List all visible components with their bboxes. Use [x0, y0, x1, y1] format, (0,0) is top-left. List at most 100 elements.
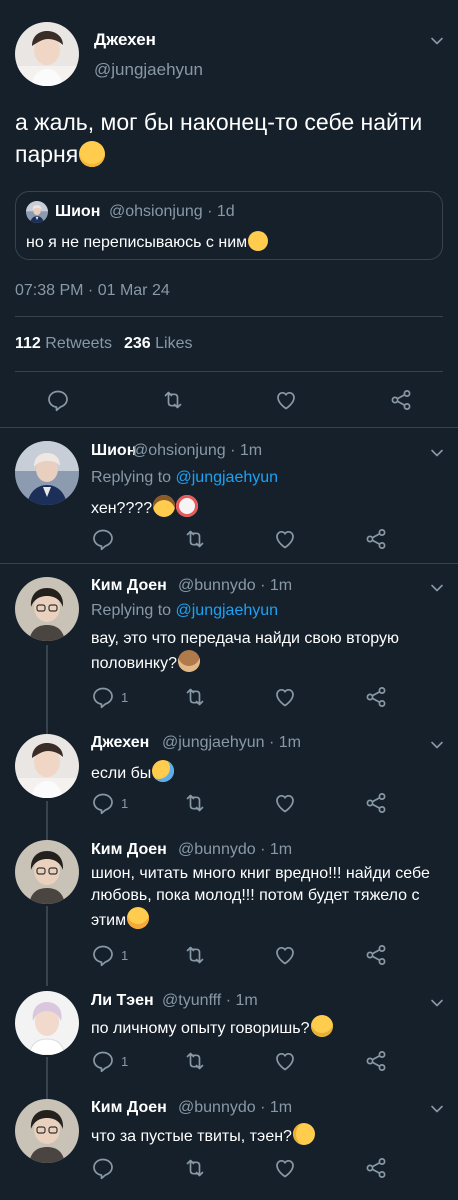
reply-icon[interactable]: [91, 1049, 115, 1073]
handle[interactable]: @tyunfff: [162, 992, 221, 1009]
retweets-stat[interactable]: 112 Retweets: [15, 335, 112, 352]
retweets-count: 112: [15, 335, 41, 352]
avatar[interactable]: [15, 1099, 79, 1163]
reply-text-content: если бы: [91, 765, 152, 782]
share-icon[interactable]: [364, 791, 388, 815]
display-name[interactable]: Джехен: [94, 30, 156, 50]
chevron-down-icon[interactable]: [428, 1100, 446, 1118]
reply-text-content: что за пустые твиты, тэен?: [91, 1128, 292, 1145]
handle[interactable]: @bunnydo: [178, 1099, 256, 1116]
divider: [0, 563, 458, 564]
avatar: [26, 201, 48, 223]
share-icon[interactable]: [364, 1049, 388, 1073]
handle-time: @bunnydo · 1m: [178, 577, 292, 595]
cowboy-face-emoji-icon: [153, 495, 176, 517]
replying-to-handle[interactable]: @jungjaehyun: [176, 469, 279, 486]
retweet-icon[interactable]: [183, 791, 207, 815]
tweet-actions: [0, 527, 458, 557]
handle[interactable]: @bunnydo: [178, 577, 256, 594]
time: · 1m: [269, 734, 301, 751]
avatar[interactable]: [15, 577, 79, 641]
retweet-icon[interactable]: [183, 1156, 207, 1180]
reply-count: 1: [121, 1054, 129, 1069]
display-name[interactable]: Ким Доен: [91, 577, 167, 595]
chevron-down-icon[interactable]: [428, 444, 446, 462]
like-icon[interactable]: [274, 388, 298, 412]
like-icon[interactable]: [273, 527, 297, 551]
tweet-actions: 1: [0, 1049, 458, 1079]
display-name[interactable]: Ким Доен: [91, 1099, 167, 1117]
handle[interactable]: @jungjaehyun: [94, 60, 203, 80]
share-icon[interactable]: [389, 388, 413, 412]
likes-stat[interactable]: 236 Likes: [124, 335, 193, 352]
reply-icon[interactable]: [91, 943, 115, 967]
like-icon[interactable]: [273, 791, 297, 815]
reply-text-content: хен????: [91, 500, 153, 517]
share-icon[interactable]: [364, 685, 388, 709]
tweet-actions: 1: [0, 685, 458, 715]
quoted-text-content: но я не переписываюсь с ним: [26, 234, 248, 251]
retweets-label: Retweets: [45, 335, 112, 352]
tweet-actions: [0, 1156, 458, 1186]
retweet-icon[interactable]: [183, 685, 207, 709]
share-icon[interactable]: [364, 527, 388, 551]
retweet-icon[interactable]: [183, 527, 207, 551]
chevron-down-icon[interactable]: [428, 32, 446, 50]
engagement-stats: 112 Retweets 236 Likes: [15, 335, 192, 353]
share-icon[interactable]: [364, 1156, 388, 1180]
likes-label: Likes: [155, 335, 193, 352]
retweet-icon[interactable]: [183, 1049, 207, 1073]
display-name[interactable]: Джехен: [91, 734, 149, 752]
reply-text: хен????: [91, 495, 441, 520]
like-icon[interactable]: [273, 943, 297, 967]
rolling-eyes-emoji-icon: [248, 231, 269, 251]
retweet-icon[interactable]: [161, 388, 185, 412]
replying-to: Replying to @jungjaehyun: [91, 602, 278, 620]
reply-icon[interactable]: [46, 388, 70, 412]
handle[interactable]: @ohsionjung: [132, 442, 226, 459]
avatar[interactable]: [15, 441, 79, 505]
reply-icon[interactable]: [91, 1156, 115, 1180]
avatar[interactable]: [15, 22, 79, 86]
quoted-display-name: Шион: [55, 203, 101, 220]
replying-to-label: Replying to: [91, 602, 172, 619]
tweet-actions: [0, 388, 458, 418]
sad-sweat-face-emoji-icon: [152, 760, 175, 782]
reply-text: шион, читать много книг вредно!!! найди …: [91, 863, 446, 932]
chevron-down-icon[interactable]: [428, 579, 446, 597]
replying-to: Replying to @jungjaehyun: [91, 469, 278, 487]
clown-face-emoji-icon: [176, 495, 199, 517]
reply-icon[interactable]: [91, 791, 115, 815]
avatar[interactable]: [15, 734, 79, 798]
divider: [15, 371, 443, 372]
reply-count: 1: [121, 948, 129, 963]
divider: [15, 316, 443, 317]
handle[interactable]: @jungjaehyun: [162, 734, 265, 751]
tweet-text: а жаль, мог бы наконец-то себе найти пар…: [15, 106, 445, 170]
handle[interactable]: @bunnydo: [178, 841, 256, 858]
chevron-down-icon[interactable]: [428, 994, 446, 1012]
reply-count: 1: [121, 690, 129, 705]
reply-icon[interactable]: [91, 685, 115, 709]
replying-to-handle[interactable]: @jungjaehyun: [176, 602, 279, 619]
like-icon[interactable]: [273, 1156, 297, 1180]
retweet-icon[interactable]: [183, 943, 207, 967]
like-icon[interactable]: [273, 1049, 297, 1073]
quoted-tweet[interactable]: Шион @ohsionjung · 1d но я не переписыва…: [15, 191, 443, 260]
reply-icon[interactable]: [91, 527, 115, 551]
time: · 1m: [230, 442, 263, 459]
tweet-actions: 1: [0, 791, 458, 821]
display-name[interactable]: Ким Доен: [91, 841, 167, 859]
top-edge: [0, 0, 458, 6]
like-icon[interactable]: [273, 685, 297, 709]
quoted-handle-time: @ohsionjung · 1d: [109, 203, 235, 221]
display-name[interactable]: Ли Тэен: [91, 992, 154, 1010]
chevron-down-icon[interactable]: [428, 736, 446, 754]
time: · 1m: [225, 992, 258, 1009]
reply-count: 1: [121, 796, 129, 811]
display-name[interactable]: Шион: [91, 442, 136, 460]
avatar[interactable]: [15, 840, 79, 904]
avatar[interactable]: [15, 991, 79, 1055]
share-icon[interactable]: [364, 943, 388, 967]
handle-time: @tyunfff · 1m: [162, 992, 258, 1010]
